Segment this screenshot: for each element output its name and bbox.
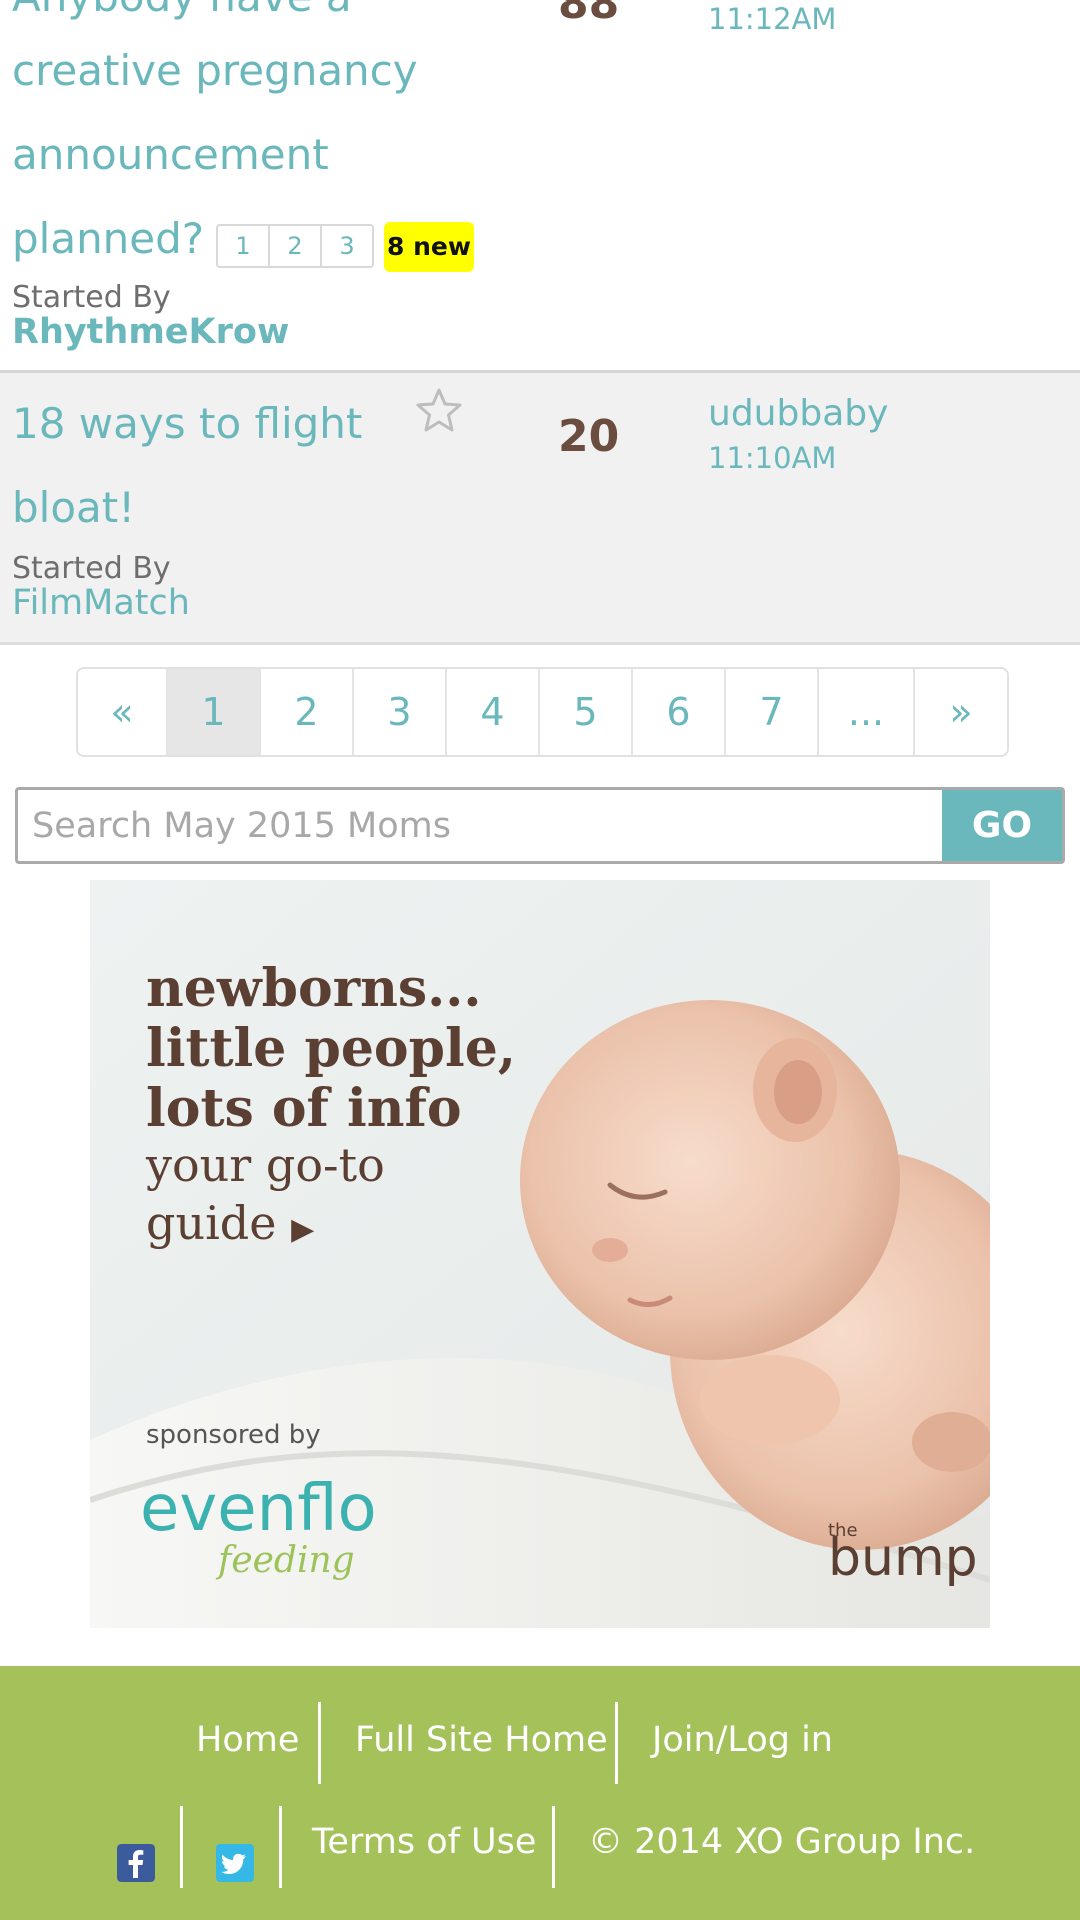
footer-divider xyxy=(615,1702,618,1784)
facebook-icon[interactable] xyxy=(117,1844,155,1882)
footer-divider xyxy=(180,1806,183,1888)
footer-link-join-login[interactable]: Join/Log in xyxy=(652,1720,833,1760)
ad-headline: little people, xyxy=(146,1018,516,1079)
footer-copyright: © 2014 XO Group Inc. xyxy=(588,1822,976,1862)
topic-page-link[interactable]: 3 xyxy=(322,226,372,266)
prev-page-button[interactable]: « xyxy=(78,669,168,755)
page-link[interactable]: 6 xyxy=(633,669,726,755)
topic-page-link[interactable]: 2 xyxy=(270,226,322,266)
footer-link-home[interactable]: Home xyxy=(196,1720,299,1760)
forum-page: Anybody have a creative pregnancy announ… xyxy=(0,0,1080,1920)
page-link[interactable]: 7 xyxy=(726,669,819,755)
page-ellipsis: ... xyxy=(819,669,915,755)
ad-subline-text: guide xyxy=(146,1196,277,1250)
footer-link-terms[interactable]: Terms of Use xyxy=(312,1822,536,1862)
page-link[interactable]: 5 xyxy=(540,669,633,755)
search-bar: GO xyxy=(15,787,1065,864)
sponsored-ad-banner[interactable]: newborns... little people, lots of info … xyxy=(90,880,990,1628)
started-by-label: Started By xyxy=(12,551,171,586)
footer-divider xyxy=(318,1702,321,1784)
topic-page-link[interactable]: 1 xyxy=(218,226,270,266)
evenflo-tagline: feeding xyxy=(218,1540,355,1581)
pagination: « 1 2 3 4 5 6 7 ... » xyxy=(76,667,1009,757)
topic-title-line[interactable]: planned? xyxy=(12,214,204,263)
search-go-button[interactable]: GO xyxy=(942,790,1062,861)
started-by-label: Started By xyxy=(12,280,171,315)
topic-title-line[interactable]: bloat! xyxy=(12,483,135,532)
reply-count: 20 xyxy=(558,411,620,462)
footer-divider xyxy=(552,1806,555,1888)
footer-link-full-site-home[interactable]: Full Site Home xyxy=(355,1720,608,1760)
topic-title-line[interactable]: Anybody have a xyxy=(12,0,352,21)
play-arrow-icon: ▶ xyxy=(291,1212,315,1247)
bump-logo: bump xyxy=(828,1528,978,1588)
page-link[interactable]: 4 xyxy=(447,669,540,755)
topic-author-link[interactable]: RhythmeKrow xyxy=(12,312,289,352)
ad-headline: newborns... xyxy=(146,958,482,1019)
topic-row[interactable]: 18 ways to flight bloat! 20 udubbaby 11:… xyxy=(0,373,1080,645)
last-post-time: 11:10AM xyxy=(708,441,837,475)
last-post-user-link[interactable]: udubbaby xyxy=(708,393,888,434)
next-page-button[interactable]: » xyxy=(915,669,1007,755)
reply-count: 88 xyxy=(558,0,620,29)
twitter-icon[interactable] xyxy=(216,1844,254,1882)
search-input[interactable] xyxy=(18,790,942,861)
page-link[interactable]: 3 xyxy=(354,669,447,755)
ad-sponsored-label: sponsored by xyxy=(146,1420,321,1450)
ad-headline: lots of info xyxy=(146,1078,462,1139)
topic-title-line[interactable]: creative pregnancy xyxy=(12,46,418,95)
favorite-star-icon[interactable] xyxy=(414,386,464,436)
ad-subline: guide ▶ xyxy=(146,1196,314,1250)
page-link-current[interactable]: 1 xyxy=(168,669,261,755)
footer-divider xyxy=(279,1806,282,1888)
topic-author-link[interactable]: FilmMatch xyxy=(12,583,190,623)
topic-title-line[interactable]: 18 ways to flight xyxy=(12,399,362,448)
page-link[interactable]: 2 xyxy=(261,669,354,755)
evenflo-logo: evenflo xyxy=(140,1472,377,1546)
last-post-time: 11:12AM xyxy=(708,2,837,36)
new-posts-badge[interactable]: 8 new xyxy=(384,222,474,272)
topic-page-links: 1 2 3 xyxy=(216,224,374,268)
ad-subline: your go-to xyxy=(146,1138,385,1192)
topic-row[interactable]: Anybody have a creative pregnancy announ… xyxy=(0,0,1080,373)
topic-title-line[interactable]: announcement xyxy=(12,130,329,179)
site-footer: Home Full Site Home Join/Log in Terms of… xyxy=(0,1666,1080,1920)
